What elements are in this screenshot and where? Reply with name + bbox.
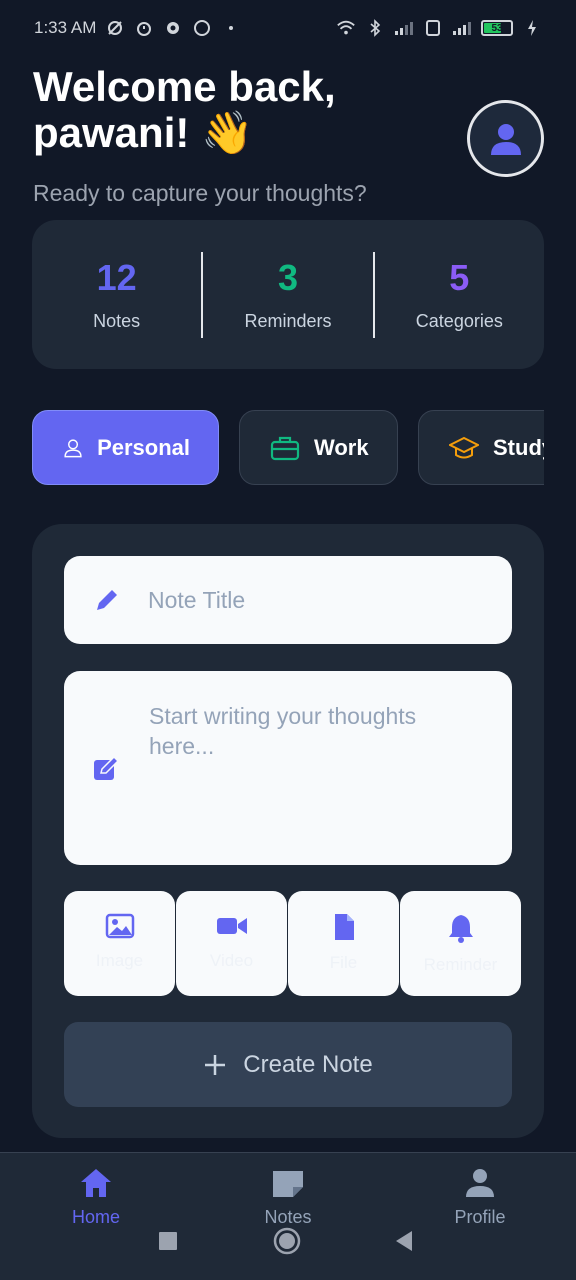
attach-label: Video (209, 951, 254, 970)
profile-avatar-button[interactable] (467, 100, 544, 177)
welcome-line2: pawani! 👋 (33, 109, 254, 156)
wifi-icon (336, 18, 356, 38)
mute-icon (105, 18, 125, 38)
category-label: Study (493, 434, 544, 460)
battery-icon: 53 (481, 20, 513, 36)
attachment-toolbar: Image Video File Reminder (64, 891, 521, 996)
settings-icon (163, 18, 183, 38)
stat-categories: 5 Categories (375, 257, 544, 332)
nav-notes[interactable]: Notes (223, 1167, 353, 1228)
person-icon (466, 1169, 494, 1197)
pencil-icon (97, 590, 117, 610)
home-screen: 1:33 AM 53 Welcome back, pawani! 👋 Ready… (0, 0, 576, 1280)
signal-icon (394, 18, 414, 38)
alarm-icon (134, 18, 154, 38)
stat-value: 3 (277, 257, 298, 298)
status-time: 1:33 AM (34, 18, 97, 37)
status-bar: 1:33 AM 53 (0, 0, 576, 56)
nav-profile[interactable]: Profile (415, 1167, 545, 1228)
video-icon (216, 918, 247, 934)
attach-label: Image (95, 951, 144, 970)
system-navigation-bar (0, 1222, 576, 1262)
stat-label: Notes (93, 311, 141, 331)
battery-level: 53 (491, 22, 503, 34)
category-label: Work (314, 434, 369, 460)
person-icon (64, 438, 82, 457)
note-title-placeholder: Note Title (148, 586, 246, 613)
stat-label: Categories (415, 311, 503, 331)
category-selector[interactable]: Personal Work Study (32, 410, 544, 486)
briefcase-icon (270, 436, 300, 460)
note-icon (273, 1171, 303, 1197)
category-label: Personal (97, 434, 190, 460)
note-title-input[interactable]: Note Title (64, 556, 512, 644)
attach-reminder-button[interactable]: Reminder (400, 891, 521, 996)
charging-icon (522, 18, 542, 38)
image-icon (105, 913, 134, 939)
welcome-heading: Welcome back, pawani! 👋 (33, 64, 443, 156)
attach-file-button[interactable]: File (288, 891, 399, 996)
create-note-label: Create Note (243, 1050, 373, 1078)
welcome-line1: Welcome back, (33, 63, 336, 110)
file-icon (334, 914, 354, 940)
create-note-button[interactable]: Create Note (64, 1022, 512, 1107)
stat-value: 5 (449, 257, 470, 298)
person-icon (490, 123, 521, 155)
attach-image-button[interactable]: Image (64, 891, 175, 996)
note-editor-card: Note Title Start writing your thoughts h… (32, 524, 544, 1138)
dot-icon (221, 18, 241, 38)
signal-icon (452, 18, 472, 38)
stat-reminders: 3 Reminders (203, 257, 372, 332)
stat-notes: 12 Notes (32, 257, 201, 332)
category-personal[interactable]: Personal (32, 410, 219, 485)
whatsapp-icon (192, 18, 212, 38)
note-body-input[interactable]: Start writing your thoughts here... (64, 671, 512, 865)
home-system-icon[interactable] (273, 1227, 301, 1255)
note-body-placeholder: Start writing your thoughts here... (149, 703, 417, 759)
attach-label: File (329, 953, 358, 972)
attach-video-button[interactable]: Video (176, 891, 287, 996)
category-work[interactable]: Work (239, 410, 398, 485)
bluetooth-icon (365, 18, 385, 38)
plus-icon (205, 1054, 226, 1075)
sim-icon (423, 18, 443, 38)
recents-icon[interactable] (158, 1231, 178, 1251)
stats-card: 12 Notes 3 Reminders 5 Categories (32, 220, 544, 369)
attach-label: Reminder (423, 955, 498, 974)
home-icon (81, 1169, 111, 1197)
graduation-cap-icon (449, 436, 479, 458)
bell-icon (448, 915, 473, 943)
category-study[interactable]: Study (418, 410, 544, 485)
stat-label: Reminders (244, 311, 332, 331)
nav-home[interactable]: Home (31, 1167, 161, 1228)
back-icon[interactable] (394, 1230, 414, 1252)
edit-note-icon (94, 755, 120, 780)
welcome-subtitle: Ready to capture your thoughts? (33, 180, 367, 206)
stat-value: 12 (96, 257, 137, 298)
